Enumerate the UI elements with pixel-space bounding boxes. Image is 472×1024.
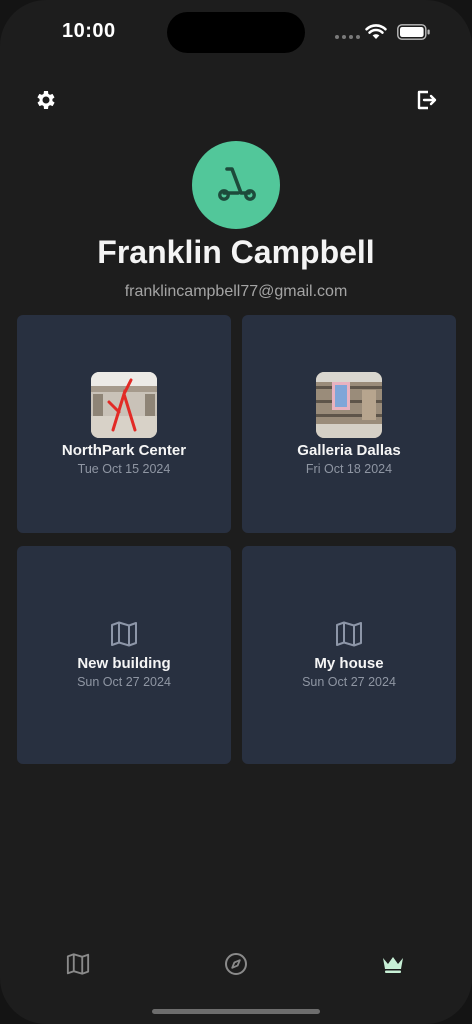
location-photo-thumbnail [91, 372, 157, 438]
map-icon [66, 953, 90, 975]
map-icon [111, 621, 137, 647]
home-indicator [152, 1009, 320, 1014]
card-title: My house [314, 655, 384, 672]
card-title: New building [77, 655, 171, 672]
wifi-icon [365, 24, 387, 39]
tab-map[interactable] [64, 950, 92, 978]
location-card-galleria[interactable]: Galleria Dallas Fri Oct 18 2024 [242, 315, 456, 533]
logout-icon [417, 90, 437, 110]
crown-icon [383, 957, 403, 973]
location-card-my-house[interactable]: My house Sun Oct 27 2024 [242, 546, 456, 764]
scooter-icon [218, 167, 256, 201]
dynamic-island [167, 12, 305, 53]
tab-premium[interactable] [379, 950, 407, 978]
tab-explore[interactable] [222, 950, 250, 978]
user-email: franklincampbell77@gmail.com [124, 283, 348, 300]
logout-button[interactable] [412, 86, 440, 114]
compass-icon [225, 953, 247, 975]
card-date: Sun Oct 27 2024 [302, 675, 396, 689]
avatar [192, 141, 280, 229]
map-icon [336, 621, 362, 647]
card-title: NorthPark Center [61, 442, 187, 459]
status-time: 10:00 [62, 20, 116, 42]
card-date: Tue Oct 15 2024 [77, 462, 171, 476]
cellular-signal-icon [335, 35, 360, 39]
phone-screen: 10:00 Franklin Campbell franklincampbell… [0, 0, 472, 1024]
card-date: Fri Oct 18 2024 [305, 462, 393, 476]
card-date: Sun Oct 27 2024 [77, 675, 171, 689]
location-card-northpark[interactable]: NorthPark Center Tue Oct 15 2024 [17, 315, 231, 533]
user-name: Franklin Campbell [97, 234, 375, 270]
settings-button[interactable] [32, 86, 60, 114]
location-card-new-building[interactable]: New building Sun Oct 27 2024 [17, 546, 231, 764]
location-photo-thumbnail [316, 372, 382, 438]
battery-icon [397, 24, 430, 40]
gear-icon [37, 91, 55, 109]
card-title: Galleria Dallas [297, 442, 401, 459]
